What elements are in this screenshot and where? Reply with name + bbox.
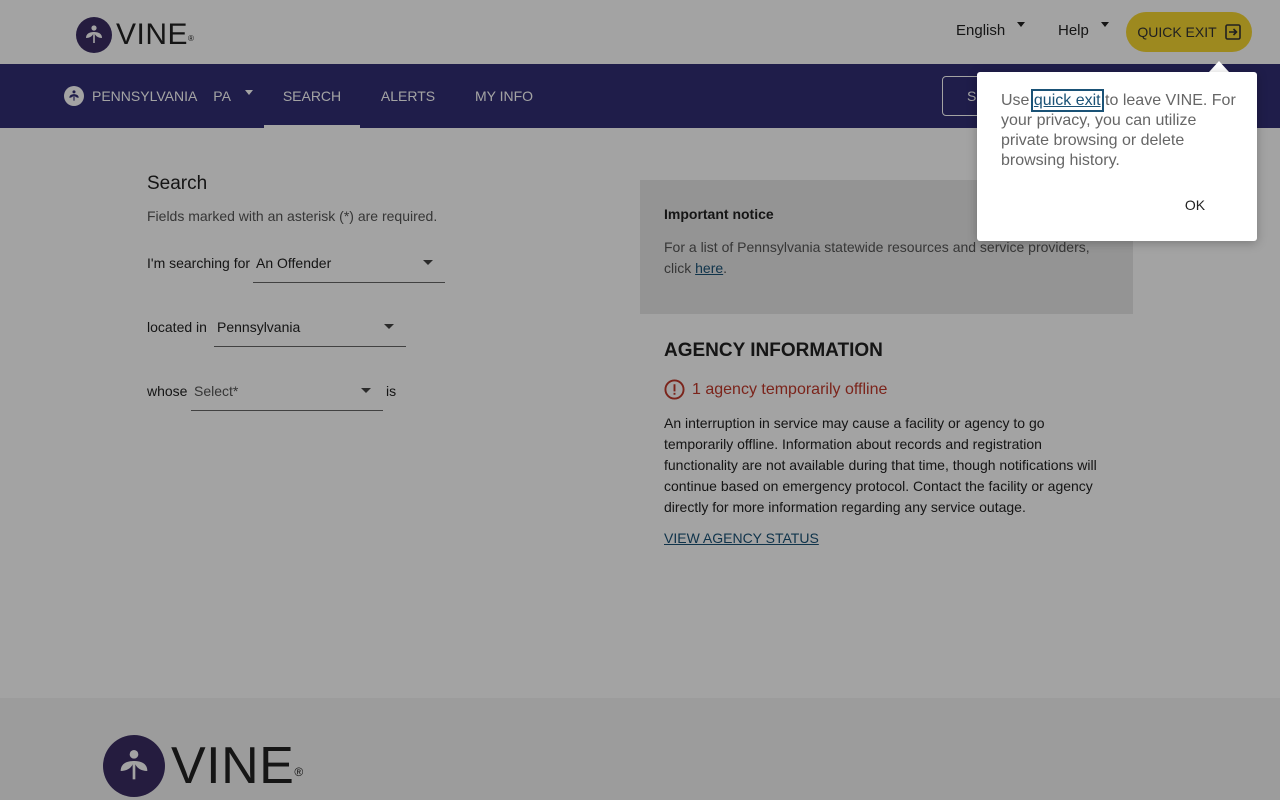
popover-arrow xyxy=(1209,61,1229,72)
popover-ok-button[interactable]: OK xyxy=(1175,192,1215,218)
popover-text: Use quick exit to leave VINE. For your p… xyxy=(1001,89,1236,169)
quick-exit-popover: Use quick exit to leave VINE. For your p… xyxy=(977,72,1257,241)
popover-quick-exit-link[interactable]: quick exit xyxy=(1030,89,1104,112)
